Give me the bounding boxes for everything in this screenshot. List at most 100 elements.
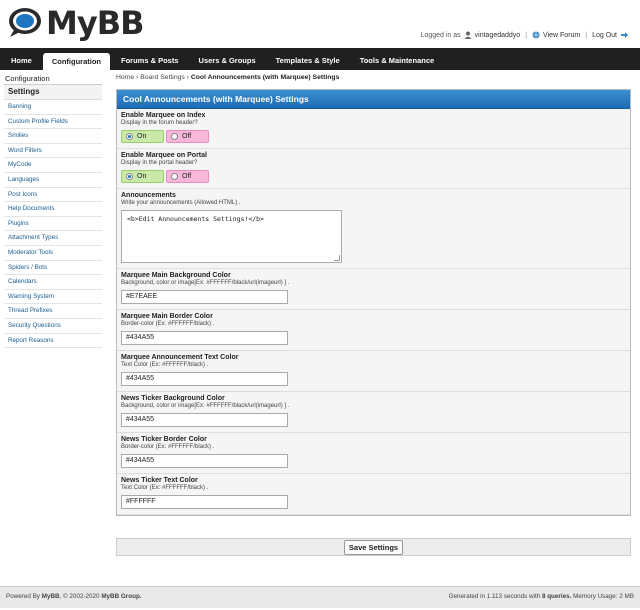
footer-stats: Generated in 1.113 seconds with 8 querie… [449, 593, 634, 600]
sidebar-item-moderator-tools[interactable]: Moderator Tools [4, 246, 102, 261]
textarea-value: <b>Edit Announcements Settings!</b> [127, 215, 264, 223]
tab-tools-maintenance[interactable]: Tools & Maintenance [351, 50, 443, 70]
globe-icon [532, 31, 540, 39]
setting-title: News Ticker Background Color [121, 395, 225, 402]
setting-title: Marquee Main Background Color [121, 272, 231, 279]
separator: | [525, 31, 528, 39]
radio-checked-icon[interactable] [126, 173, 133, 180]
mybb-link[interactable]: MyBB [42, 593, 60, 600]
sidebar: Configuration Settings Banning Custom Pr… [4, 72, 102, 349]
setting-description: Text Color (Ex: #FFFFFF/black) . [121, 362, 209, 368]
ticker-text-color-input[interactable]: #FFFFFF [121, 495, 288, 509]
tab-home[interactable]: Home [2, 50, 41, 70]
setting-title: News Ticker Border Color [121, 436, 207, 443]
save-bar: Save Settings [116, 538, 631, 556]
setting-row: Enable Marquee on Index Display in the f… [117, 109, 630, 149]
setting-row: Marquee Main Background Color Background… [117, 269, 630, 310]
sidebar-item-banning[interactable]: Banning [4, 100, 102, 115]
memory-usage: Memory Usage: 2 MB [573, 593, 634, 600]
breadcrumb-separator: › [136, 74, 139, 81]
user-icon [464, 31, 472, 39]
setting-description: Display in the portal header? [121, 160, 198, 166]
setting-description: Background, color or image[Ex: #FFFFFF/b… [121, 280, 290, 286]
view-forum-link[interactable]: View Forum [543, 32, 580, 39]
sidebar-item-mycode[interactable]: MyCode [4, 158, 102, 173]
setting-title: Announcements [121, 192, 176, 199]
setting-description: Write your announcements (Allowed HTML) … [121, 200, 241, 206]
tab-forums-posts[interactable]: Forums & Posts [112, 50, 188, 70]
sidebar-heading: Configuration [4, 72, 102, 85]
radio-checked-icon[interactable] [126, 133, 133, 140]
sidebar-item-calendars[interactable]: Calendars [4, 275, 102, 290]
sidebar-item-attachment-types[interactable]: Attachment Types [4, 231, 102, 246]
off-label: Off [182, 133, 192, 140]
setting-description: Border-color (Ex: #FFFFFF/black) . [121, 321, 215, 327]
generated-time: Generated in 1.113 seconds with [448, 593, 541, 600]
logged-in-label: Logged in as [420, 31, 461, 39]
breadcrumb-current: Cool Announcements (with Marquee) Settin… [190, 74, 340, 81]
sidebar-item-thread-prefixes[interactable]: Thread Prefixes [4, 304, 102, 319]
announcements-textarea[interactable]: <b>Edit Announcements Settings!</b> [121, 210, 342, 263]
radio-unchecked-icon[interactable] [171, 173, 178, 180]
tab-templates-style[interactable]: Templates & Style [267, 50, 349, 70]
sidebar-item-settings[interactable]: Settings [4, 85, 102, 100]
setting-description: Border-color (Ex: #FFFFFF/black) . [121, 444, 215, 450]
on-option[interactable]: On [121, 130, 164, 143]
off-option[interactable]: Off [166, 130, 209, 143]
sidebar-item-security-questions[interactable]: Security Questions [4, 319, 102, 334]
breadcrumb-board-settings[interactable]: Board Settings [140, 74, 185, 81]
sidebar-item-custom-profile-fields[interactable]: Custom Profile Fields [4, 115, 102, 130]
setting-row: News Ticker Background Color Background,… [117, 392, 630, 433]
panel-title: Cool Announcements (with Marquee) Settin… [117, 90, 630, 109]
breadcrumb-separator: › [186, 74, 189, 81]
arrow-right-icon [621, 32, 628, 38]
breadcrumb-home[interactable]: Home [116, 74, 134, 81]
header: MyBB Logged in as vintagedaddyo | View F… [0, 0, 640, 48]
off-label: Off [182, 173, 192, 180]
query-count: 8 queries. [541, 593, 572, 600]
sidebar-item-post-icons[interactable]: Post Icons [4, 188, 102, 203]
setting-description: Background, color or image[Ex: #FFFFFF/b… [121, 403, 290, 409]
sidebar-item-word-filters[interactable]: Word Filters [4, 144, 102, 159]
marquee-border-color-input[interactable]: #434A55 [121, 331, 288, 345]
logo-text: MyBB [46, 4, 144, 42]
mybb-group-link[interactable]: MyBB Group. [101, 593, 141, 600]
sidebar-item-languages[interactable]: Languages [4, 173, 102, 188]
ticker-bg-color-input[interactable]: #434A55 [121, 413, 288, 427]
setting-row: Marquee Announcement Text Color Text Col… [117, 351, 630, 392]
setting-description: Text Color (Ex: #FFFFFF/black) . [121, 485, 209, 491]
username-link[interactable]: vintagedaddyo [475, 32, 521, 39]
sidebar-item-spiders-bots[interactable]: Spiders / Bots [4, 261, 102, 276]
sidebar-item-plugins[interactable]: Plugins [4, 217, 102, 232]
sidebar-item-report-reasons[interactable]: Report Reasons [4, 334, 102, 349]
radio-unchecked-icon[interactable] [171, 133, 178, 140]
on-option[interactable]: On [121, 170, 164, 183]
setting-row: Announcements Write your announcements (… [117, 189, 630, 269]
footer-copyright: Powered By MyBB, © 2002-2020 MyBB Group. [6, 593, 142, 600]
setting-description: Display in the forum header? [121, 120, 198, 126]
setting-title: Enable Marquee on Portal [121, 152, 207, 159]
resize-handle-icon[interactable] [334, 255, 340, 261]
save-settings-button[interactable]: Save Settings [343, 539, 404, 555]
mybb-logo[interactable]: MyBB [8, 4, 144, 42]
on-off-toggle: On Off [121, 170, 626, 183]
tab-users-groups[interactable]: Users & Groups [190, 50, 265, 70]
marquee-bg-color-input[interactable]: #E7EAEE [121, 290, 288, 304]
separator: | [585, 31, 588, 39]
sidebar-item-help-documents[interactable]: Help Documents [4, 202, 102, 217]
sidebar-item-warning-system[interactable]: Warning System [4, 290, 102, 305]
off-option[interactable]: Off [166, 170, 209, 183]
sidebar-item-smilies[interactable]: Smilies [4, 129, 102, 144]
log-out-link[interactable]: Log Out [592, 32, 617, 39]
on-off-toggle: On Off [121, 130, 626, 143]
ticker-border-color-input[interactable]: #434A55 [121, 454, 288, 468]
marquee-text-color-input[interactable]: #434A55 [121, 372, 288, 386]
copyright-years: , © 2002-2020 [59, 593, 100, 600]
setting-title: Marquee Announcement Text Color [121, 354, 239, 361]
setting-title: Marquee Main Border Color [121, 313, 213, 320]
on-label: On [137, 173, 147, 180]
speech-bubble-icon [9, 8, 41, 37]
setting-title: Enable Marquee on Index [121, 112, 206, 119]
main-nav: Home Configuration Forums & Posts Users … [0, 48, 640, 70]
tab-configuration[interactable]: Configuration [42, 53, 111, 70]
